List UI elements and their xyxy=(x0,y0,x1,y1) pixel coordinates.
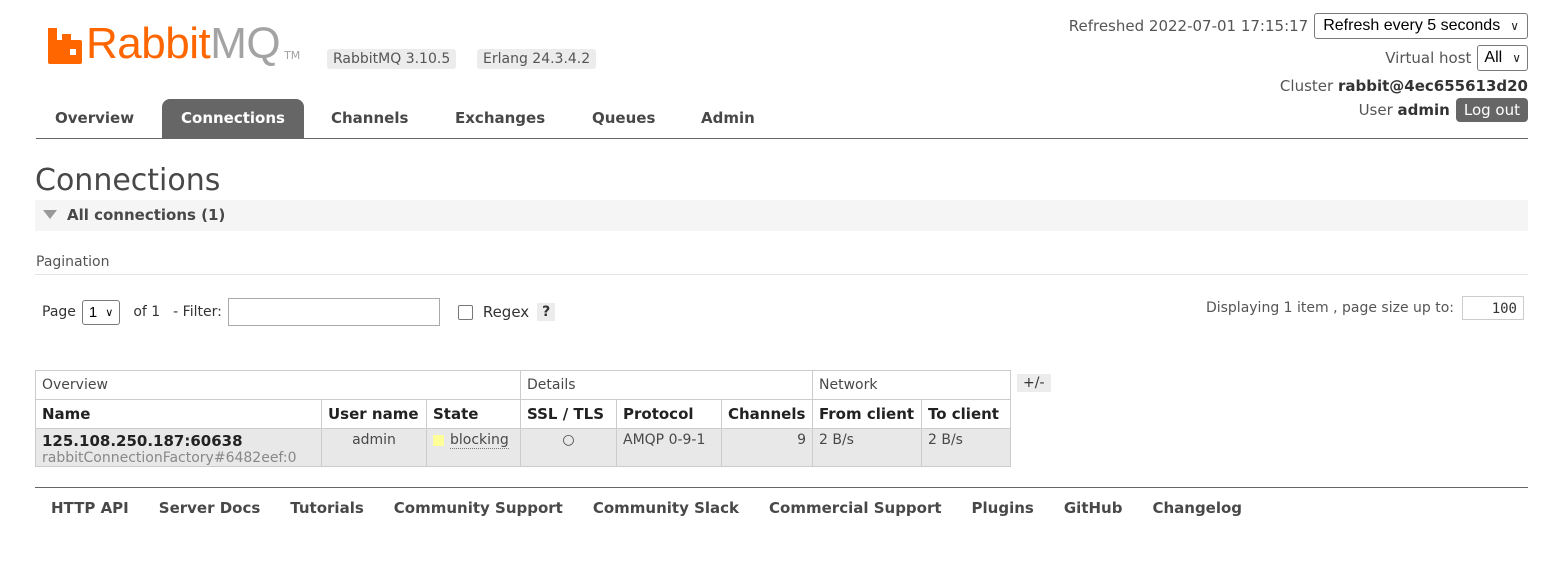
footer-link-tutorials[interactable]: Tutorials xyxy=(290,499,363,517)
footer-link-http-api[interactable]: HTTP API xyxy=(51,499,129,517)
rabbitmq-logo[interactable]: RabbitMQ TM xyxy=(48,22,301,66)
virtual-host-select[interactable]: All ∨ xyxy=(1477,45,1528,71)
table-row: 125.108.250.187:60638 rabbitConnectionFa… xyxy=(35,428,1011,467)
col-channels[interactable]: Channels xyxy=(721,399,813,429)
chevron-down-icon: ∨ xyxy=(105,306,114,319)
regex-help-button[interactable]: ? xyxy=(537,303,556,321)
chevron-down-icon: ∨ xyxy=(1512,51,1521,65)
col-name[interactable]: Name xyxy=(35,399,322,429)
cell-ssl: ○ xyxy=(520,428,617,467)
cell-name[interactable]: 125.108.250.187:60638 rabbitConnectionFa… xyxy=(35,428,322,467)
pagination-label[interactable]: Pagination xyxy=(36,254,109,270)
pagination-controls: Page 1 ∨ of 1 - Filter: Regex ? xyxy=(42,298,556,326)
displaying-text: Displaying 1 item , page size up to: xyxy=(1205,300,1454,316)
page-title: Connections xyxy=(35,163,221,198)
refreshed-timestamp: Refreshed 2022-07-01 17:15:17 xyxy=(1068,17,1309,35)
col-ssl-tls[interactable]: SSL / TLS xyxy=(520,399,617,429)
group-network: Network xyxy=(812,370,1011,400)
refresh-interval-value: Refresh every 5 seconds xyxy=(1323,17,1501,34)
tab-admin[interactable]: Admin xyxy=(701,99,755,138)
cell-to-client: 2 B/s xyxy=(921,428,1011,467)
virtual-host-value: All xyxy=(1484,49,1503,66)
footer-link-plugins[interactable]: Plugins xyxy=(972,499,1034,517)
section-title: All connections (1) xyxy=(67,206,226,224)
cell-channels: 9 xyxy=(721,428,813,467)
cluster-label: Cluster xyxy=(1279,77,1334,95)
connection-name-link[interactable]: 125.108.250.187:60638 xyxy=(42,432,315,450)
filter-input[interactable] xyxy=(227,298,440,326)
regex-checkbox[interactable] xyxy=(457,304,473,320)
page-label: Page xyxy=(42,304,76,320)
col-to-client[interactable]: To client xyxy=(921,399,1011,429)
displaying-info: Displaying 1 item , page size up to: 100 xyxy=(1206,296,1524,320)
cell-state: blocking xyxy=(426,428,521,467)
col-user-name[interactable]: User name xyxy=(321,399,427,429)
tab-queues[interactable]: Queues xyxy=(592,99,655,138)
connection-client-name: rabbitConnectionFactory#6482eef:0 xyxy=(42,450,297,466)
column-toggle-button[interactable]: +/- xyxy=(1017,374,1051,392)
group-overview: Overview xyxy=(35,370,521,400)
tab-exchanges[interactable]: Exchanges xyxy=(455,99,545,138)
logo-wordmark: RabbitMQ xyxy=(86,22,281,66)
filter-label: - Filter: xyxy=(173,304,222,320)
col-state[interactable]: State xyxy=(426,399,521,429)
tab-channels[interactable]: Channels xyxy=(331,99,408,138)
page-size-input[interactable]: 100 xyxy=(1462,296,1524,320)
page-select-value: 1 xyxy=(88,303,98,321)
rabbit-logo-icon xyxy=(48,24,82,64)
pagination-divider xyxy=(35,274,1528,275)
state-text: blocking xyxy=(450,432,509,449)
footer-link-github[interactable]: GitHub xyxy=(1064,499,1123,517)
virtual-host-label: Virtual host xyxy=(1385,49,1472,67)
footer-link-commercial-support[interactable]: Commercial Support xyxy=(769,499,942,517)
tab-connections[interactable]: Connections xyxy=(162,99,304,138)
footer-links: HTTP API Server Docs Tutorials Community… xyxy=(51,499,1242,517)
col-protocol[interactable]: Protocol xyxy=(616,399,722,429)
page-count: of 1 xyxy=(133,304,161,320)
erlang-version-badge: Erlang 24.3.4.2 xyxy=(477,49,597,69)
collapse-triangle-icon xyxy=(43,210,57,219)
main-nav: Overview Connections Channels Exchanges … xyxy=(36,99,1528,139)
connections-table: Overview Details Network Name User name … xyxy=(35,370,1011,467)
refresh-interval-select[interactable]: Refresh every 5 seconds ∨ xyxy=(1314,13,1528,39)
footer-link-server-docs[interactable]: Server Docs xyxy=(159,499,261,517)
chevron-down-icon: ∨ xyxy=(1510,19,1519,33)
page-select[interactable]: 1 ∨ xyxy=(81,299,121,325)
logo-trademark: TM xyxy=(284,49,301,62)
logo-text-rabbit: Rabbit xyxy=(86,19,211,68)
logo-text-mq: MQ xyxy=(210,19,281,68)
cluster-name: rabbit@4ec655613d20 xyxy=(1337,77,1528,95)
regex-label: Regex xyxy=(482,303,530,321)
all-connections-toggle[interactable]: All connections (1) xyxy=(35,200,1528,231)
cell-user: admin xyxy=(321,428,427,467)
col-from-client[interactable]: From client xyxy=(812,399,922,429)
cell-protocol: AMQP 0-9-1 xyxy=(616,428,722,467)
footer-divider xyxy=(35,487,1528,488)
rabbitmq-version-badge: RabbitMQ 3.10.5 xyxy=(327,49,457,69)
state-color-swatch xyxy=(433,434,444,446)
footer-link-community-slack[interactable]: Community Slack xyxy=(593,499,739,517)
group-details: Details xyxy=(520,370,813,400)
cell-from-client: 2 B/s xyxy=(812,428,922,467)
tab-overview[interactable]: Overview xyxy=(55,99,134,138)
footer-link-changelog[interactable]: Changelog xyxy=(1152,499,1242,517)
footer-link-community-support[interactable]: Community Support xyxy=(394,499,563,517)
